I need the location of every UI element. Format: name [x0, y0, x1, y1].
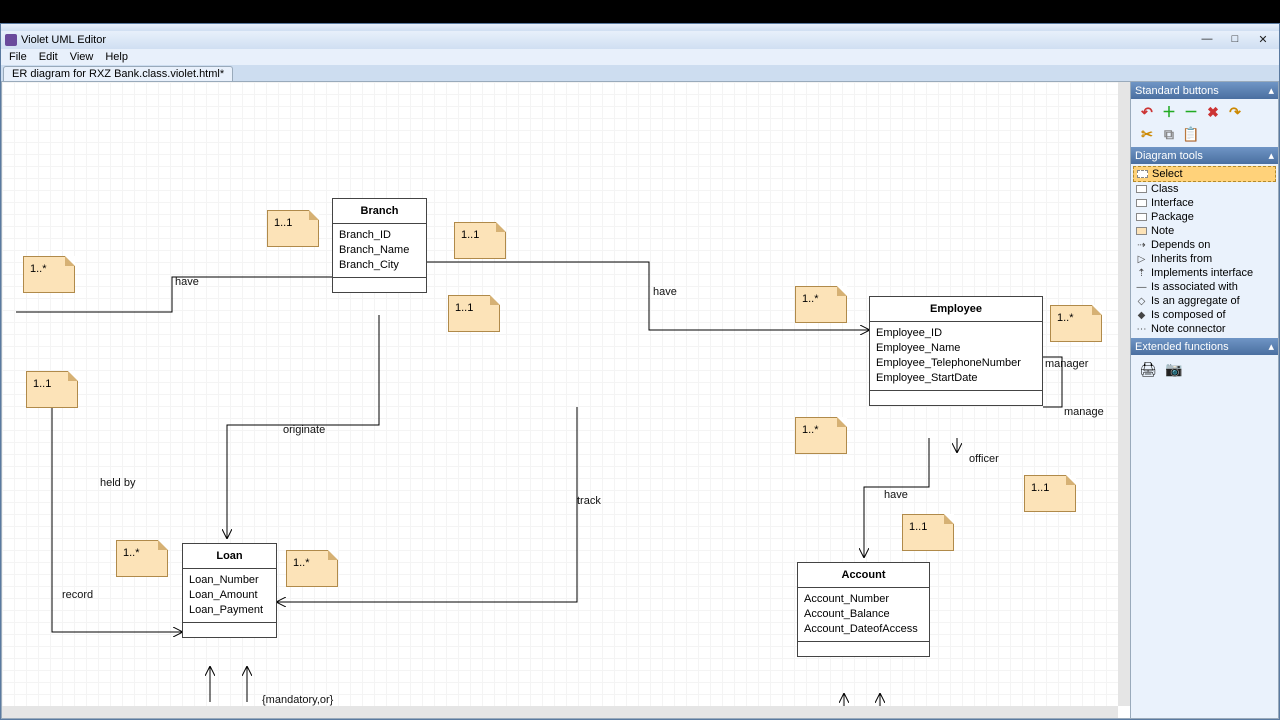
paste-icon[interactable]: 📋 [1183, 126, 1199, 142]
edge-label: manage [1064, 406, 1104, 418]
note[interactable]: 1..1 [454, 222, 506, 259]
titlebar: Violet UML Editor — □ ✕ [1, 31, 1279, 49]
cut-icon[interactable]: ✂ [1139, 126, 1155, 142]
class-name: Branch [333, 199, 426, 224]
diagram-canvas[interactable]: Branch Branch_ID Branch_Name Branch_City… [2, 82, 1118, 706]
class-attrs: Employee_ID Employee_Name Employee_Telep… [870, 322, 1042, 391]
tool-select[interactable]: Select [1133, 166, 1276, 182]
remove-icon[interactable]: － [1183, 104, 1199, 120]
class-employee[interactable]: Employee Employee_ID Employee_Name Emplo… [869, 296, 1043, 406]
class-attrs: Account_Number Account_Balance Account_D… [798, 588, 929, 642]
window-title: Violet UML Editor [21, 34, 106, 46]
snapshot-icon[interactable]: 📷 [1165, 361, 1183, 377]
attr: Account_Number [804, 592, 923, 607]
edge-label: originate [283, 424, 325, 436]
undo-icon[interactable]: ↶ [1139, 104, 1155, 120]
tabbar: ER diagram for RXZ Bank.class.violet.htm… [1, 65, 1279, 81]
menu-help[interactable]: Help [99, 50, 134, 64]
class-name: Employee [870, 297, 1042, 322]
edge-label: have [884, 489, 908, 501]
app-icon [5, 34, 17, 46]
edge-label: held by [100, 477, 135, 489]
menu-edit[interactable]: Edit [33, 50, 64, 64]
class-attrs: Loan_Number Loan_Amount Loan_Payment [183, 569, 276, 623]
class-name: Loan [183, 544, 276, 569]
note[interactable]: 1..1 [902, 514, 954, 551]
tool-inherits[interactable]: ▷Inherits from [1133, 252, 1276, 266]
edge-label: have [653, 286, 677, 298]
edge-label: manager [1045, 358, 1088, 370]
horizontal-scrollbar[interactable] [2, 706, 1118, 718]
print-icon[interactable]: 🖨 [1139, 361, 1157, 377]
tool-associated[interactable]: —Is associated with [1133, 280, 1276, 294]
tool-class[interactable]: Class [1133, 182, 1276, 196]
edge-label: record [62, 589, 93, 601]
attr: Branch_City [339, 258, 420, 273]
titlebar-top [1, 24, 1279, 31]
minimize-button[interactable]: — [1193, 31, 1221, 47]
edge-label: track [577, 495, 601, 507]
attr: Branch_ID [339, 228, 420, 243]
side-panel: Standard buttons▴ ↶ ＋ － ✖ ↷ ✂ ⧉ 📋 Diagra… [1131, 81, 1279, 719]
edge-label: have [175, 276, 199, 288]
menubar: File Edit View Help [1, 49, 1279, 65]
note[interactable]: 1..* [795, 286, 847, 323]
close-button[interactable]: ✕ [1249, 31, 1277, 47]
copy-icon[interactable]: ⧉ [1161, 126, 1177, 142]
panel-standard-header[interactable]: Standard buttons▴ [1131, 82, 1278, 99]
collapse-icon: ▴ [1268, 84, 1274, 97]
collapse-icon: ▴ [1268, 340, 1274, 353]
tool-interface[interactable]: Interface [1133, 196, 1276, 210]
constraint-label: {mandatory,or} [262, 694, 333, 706]
note[interactable]: 1..* [23, 256, 75, 293]
class-loan[interactable]: Loan Loan_Number Loan_Amount Loan_Paymen… [182, 543, 277, 638]
panel-extended-header[interactable]: Extended functions▴ [1131, 338, 1278, 355]
attr: Loan_Number [189, 573, 270, 588]
attr: Employee_ID [876, 326, 1036, 341]
note[interactable]: 1..* [795, 417, 847, 454]
note[interactable]: 1..* [286, 550, 338, 587]
tool-implements[interactable]: ⇡Implements interface [1133, 266, 1276, 280]
note[interactable]: 1..1 [267, 210, 319, 247]
tool-note[interactable]: Note [1133, 224, 1276, 238]
redo-icon[interactable]: ↷ [1227, 104, 1243, 120]
attr: Employee_StartDate [876, 371, 1036, 386]
class-attrs: Branch_ID Branch_Name Branch_City [333, 224, 426, 278]
note[interactable]: 1..1 [26, 371, 78, 408]
attr: Account_DateofAccess [804, 622, 923, 637]
attr: Employee_TelephoneNumber [876, 356, 1036, 371]
add-icon[interactable]: ＋ [1161, 104, 1177, 120]
tool-composed[interactable]: ◆Is composed of [1133, 308, 1276, 322]
delete-icon[interactable]: ✖ [1205, 104, 1221, 120]
canvas-wrap: Branch Branch_ID Branch_Name Branch_City… [1, 81, 1131, 719]
class-name: Account [798, 563, 929, 588]
document-tab[interactable]: ER diagram for RXZ Bank.class.violet.htm… [3, 66, 233, 81]
menu-view[interactable]: View [64, 50, 100, 64]
panel-tools-header[interactable]: Diagram tools▴ [1131, 147, 1278, 164]
attr: Branch_Name [339, 243, 420, 258]
note[interactable]: 1..1 [1024, 475, 1076, 512]
tool-aggregate[interactable]: ◇Is an aggregate of [1133, 294, 1276, 308]
note[interactable]: 1..* [116, 540, 168, 577]
menu-file[interactable]: File [3, 50, 33, 64]
note[interactable]: 1..* [1050, 305, 1102, 342]
vertical-scrollbar[interactable] [1118, 82, 1130, 706]
attr: Account_Balance [804, 607, 923, 622]
maximize-button[interactable]: □ [1221, 31, 1249, 47]
tool-depends[interactable]: ⇢Depends on [1133, 238, 1276, 252]
collapse-icon: ▴ [1268, 149, 1274, 162]
class-branch[interactable]: Branch Branch_ID Branch_Name Branch_City [332, 198, 427, 293]
attr: Loan_Payment [189, 603, 270, 618]
attr: Employee_Name [876, 341, 1036, 356]
app-window: Violet UML Editor — □ ✕ File Edit View H… [0, 23, 1280, 720]
class-account[interactable]: Account Account_Number Account_Balance A… [797, 562, 930, 657]
note[interactable]: 1..1 [448, 295, 500, 332]
tool-note-connector[interactable]: ⋯Note connector [1133, 322, 1276, 336]
edge-label: officer [969, 453, 999, 465]
tool-package[interactable]: Package [1133, 210, 1276, 224]
attr: Loan_Amount [189, 588, 270, 603]
